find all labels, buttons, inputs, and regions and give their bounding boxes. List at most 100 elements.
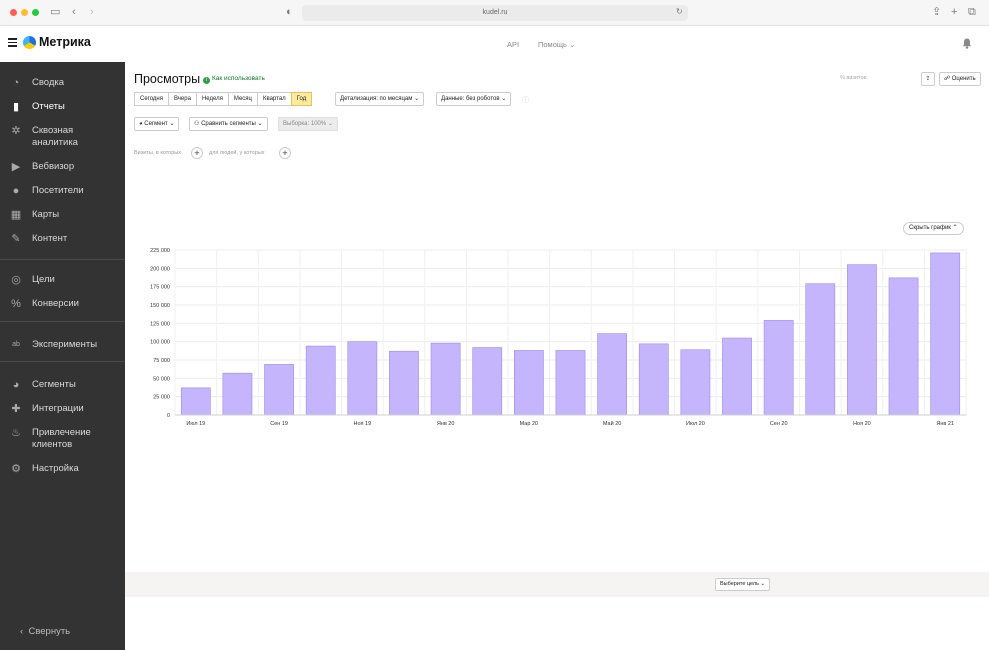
chevron-down-icon: ⌄ [569,40,576,49]
sidebar-item-label: Отчеты [32,101,65,112]
play-icon: ▶ [11,161,21,173]
x-tick-label: Янв 20 [437,421,455,427]
y-tick-label: 50 000 [153,376,170,382]
menu-icon[interactable] [8,38,17,47]
period-quarter[interactable]: Квартал [256,92,291,106]
sidebar-item-goals[interactable]: ◎ Цели [0,271,125,291]
bar-chart-icon: ▮ [12,101,20,113]
goal-select-dropdown[interactable]: Выберите цель ⌄ [715,578,771,591]
bell-icon[interactable] [962,38,972,49]
compare-label: Сравнить сегменты [201,121,256,127]
sidebar-item-settings[interactable]: ⚙ Настройка [0,460,125,480]
help-link[interactable]: Помощь ⌄ [538,40,575,49]
y-tick-label: 200 000 [150,266,170,272]
how-to-use-link[interactable]: i Как использовать [203,75,265,84]
sidebar-item-webvisor[interactable]: ▶ Вебвизор [0,158,125,178]
sidebar-item-client-acquisition[interactable]: ♨ Привлечение клиентов [0,424,125,452]
y-tick-label: 25 000 [153,395,170,401]
new-tab-icon[interactable]: + [951,5,957,19]
chevron-down-icon: ⌄ [760,581,766,587]
sidebar-item-maps[interactable]: ▦ Карты [0,206,125,226]
rate-button[interactable]: ☍ Оценить [939,72,981,86]
bar-Янв 21 [930,252,961,416]
sidebar-item-label: Посетители [32,185,84,196]
metrika-logo-icon [23,36,36,49]
address-bar[interactable]: kudel.ru [302,5,688,21]
chevron-down-icon: ⌄ [327,121,333,127]
tabs-overview-icon[interactable]: ⧉ [968,5,976,19]
sidebar-item-end-to-end-analytics[interactable]: ✲ Сквозная аналитика [0,122,125,150]
period-yesterday[interactable]: Вчера [168,92,196,106]
pie-icon: ◕ [12,379,20,391]
app-header: Метрика API Помощь ⌄ [0,26,989,62]
x-tick-label: Сен 20 [770,421,788,427]
period-week[interactable]: Неделя [195,92,228,106]
maximize-window-button[interactable] [32,9,39,16]
plus-icon: + [194,148,200,158]
sidebar-item-visitors[interactable]: ● Посетители [0,182,125,202]
sidebar-item-label: Сводка [32,77,65,88]
chevron-up-icon: ⌃ [952,225,958,231]
sidebar-item-label: Сегменты [32,379,76,390]
sidebar-item-label: Настройка [32,463,79,474]
share-icon[interactable]: ⇪ [932,5,941,19]
period-today[interactable]: Сегодня [134,92,168,106]
sample-dropdown[interactable]: Выборка: 100% ⌄ [278,117,338,131]
bar-Окт 19 [305,345,336,416]
back-icon[interactable]: ‹ [72,5,76,19]
sidebar-item-integrations[interactable]: ✚ Интеграции [0,400,125,420]
api-link[interactable]: API [507,40,519,49]
collapse-sidebar-button[interactable]: ‹ Свернуть [20,626,70,637]
pencil-icon: ✎ [11,233,21,245]
y-tick-label: 0 [167,413,170,419]
bar-Сен 20 [763,320,794,416]
sidebar-item-summary[interactable]: ◔ Сводка [0,74,125,94]
period-year[interactable]: Год [290,92,313,106]
compare-icon: ⚇ [194,121,200,127]
bar-Авг 20 [722,337,752,416]
chevron-down-icon: ⌄ [501,96,507,102]
hide-chart-button[interactable]: Скрыть график ⌃ [903,222,964,235]
goal-select-label: Выберите цель [720,581,759,587]
views-bar-chart: 0 25 000 50 000 75 000 100 000 125 000 150 000… [150,248,967,427]
bar-Фев 20 [472,347,503,416]
bar-Окт 20 [805,283,836,416]
close-window-button[interactable] [10,9,17,16]
y-tick-label: 225 000 [150,248,170,254]
sidebar-item-conversions[interactable]: % Конверсии [0,295,125,315]
segment-label: Сегмент [144,121,168,127]
sample-note: % визитов [840,75,867,81]
compare-segments-dropdown[interactable]: ⚇ Сравнить сегменты ⌄ [189,117,268,131]
x-tick-label: Ноя 19 [354,421,372,427]
browser-toolbar: ▭ ‹ › ◐ kudel.ru ↻ ⇪ + ⧉ [0,0,989,26]
privacy-shield-icon[interactable]: ◐ [286,5,293,19]
x-tick-label: Янв 21 [936,421,954,427]
app-logo-text[interactable]: Метрика [39,35,91,49]
add-visit-filter-button[interactable]: + [191,147,203,159]
segment-dropdown[interactable]: ◕ Сегмент ⌄ [134,117,180,131]
period-month[interactable]: Месяц [227,92,257,106]
add-people-filter-button[interactable]: + [279,147,291,159]
sample-label: Выборка: 100% [283,121,327,127]
bar-Июл 20 [680,349,711,416]
detail-dropdown[interactable]: Детализация: по месяцам ⌄ [335,92,425,106]
gauge-icon: ◔ [12,77,20,89]
sidebar-item-reports[interactable]: ▮ Отчеты [0,98,125,118]
page-title: Просмотры [134,72,201,86]
sidebar-item-content[interactable]: ✎ Контент [0,230,125,250]
sidebar-item-experiments[interactable]: ab Эксперименты [0,336,125,356]
bar-Сен 19 [264,364,294,416]
help-circle-icon[interactable]: ⓘ [522,95,529,105]
sidebar-item-label: Вебвизор [32,161,75,172]
percent-icon: % [11,298,21,310]
data-filter-dropdown[interactable]: Данные: без роботов ⌄ [436,92,512,106]
minimize-window-button[interactable] [21,9,28,16]
sidebar-item-segments[interactable]: ◕ Сегменты [0,376,125,396]
reload-icon[interactable]: ↻ [676,5,683,19]
chevron-down-icon: ⌄ [414,96,420,102]
pie-icon: ◕ [139,121,143,127]
sidebar-item-label: Конверсии [32,298,79,309]
forward-icon[interactable]: › [90,5,94,19]
export-button[interactable]: ⇪ [921,72,935,86]
sidebar-toggle-icon[interactable]: ▭ [50,5,60,19]
